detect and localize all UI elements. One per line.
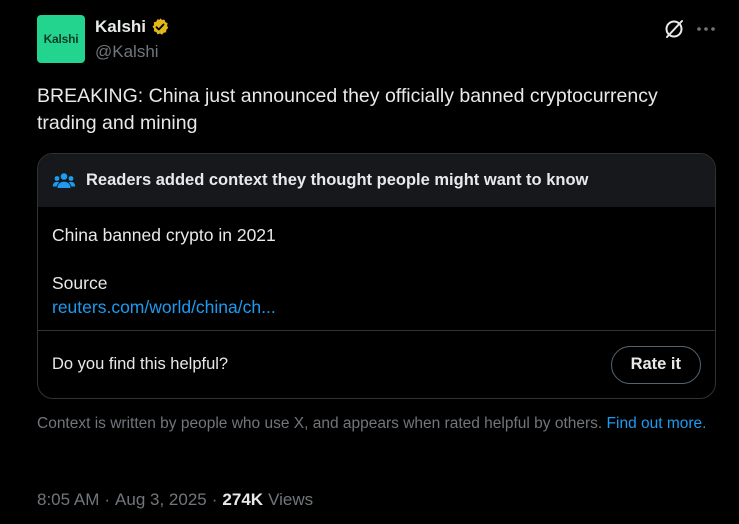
community-note-claim: China banned crypto in 2021 [52, 225, 276, 245]
context-disclaimer-text: Context is written by people who use X, … [37, 415, 603, 432]
rate-it-button[interactable]: Rate it [610, 345, 701, 384]
community-note-header: Readers added context they thought peopl… [38, 154, 715, 207]
avatar-logo-text: Kalshi [43, 32, 79, 46]
grok-icon[interactable] [662, 17, 686, 41]
meta-separator: · [211, 490, 218, 509]
tweet-meta: 8:05 AM · Aug 3, 2025 · 274K Views [37, 490, 313, 510]
author-handle[interactable]: @Kalshi [95, 42, 170, 62]
author-name-row: Kalshi [95, 16, 170, 38]
people-icon [52, 172, 76, 188]
meta-separator: · [104, 490, 111, 509]
context-disclaimer: Context is written by people who use X, … [37, 414, 707, 434]
community-note-title: Readers added context they thought peopl… [86, 171, 589, 189]
find-out-more-link[interactable]: Find out more. [607, 415, 707, 432]
more-icon[interactable] [694, 17, 718, 41]
avatar[interactable]: Kalshi [37, 15, 85, 63]
views-label: Views [268, 490, 314, 509]
community-note: Readers added context they thought peopl… [37, 153, 716, 399]
tweet-time[interactable]: 8:05 AM [37, 490, 99, 510]
community-note-rating-row: Do you find this helpful? Rate it [38, 331, 715, 398]
community-note-source-link[interactable]: reuters.com/world/china/ch... [52, 295, 701, 319]
community-note-body: China banned crypto in 2021 Source reute… [38, 207, 715, 331]
author-block: Kalshi @Kalshi [95, 16, 170, 62]
community-note-source-label: Source [52, 273, 108, 293]
tweet-text: BREAKING: China just announced they offi… [37, 85, 658, 134]
author-name[interactable]: Kalshi [95, 17, 146, 37]
helpful-question: Do you find this helpful? [52, 355, 229, 373]
verified-badge-icon [152, 18, 169, 35]
tweet-date[interactable]: Aug 3, 2025 [115, 490, 207, 510]
views-count[interactable]: 274K [222, 490, 263, 510]
